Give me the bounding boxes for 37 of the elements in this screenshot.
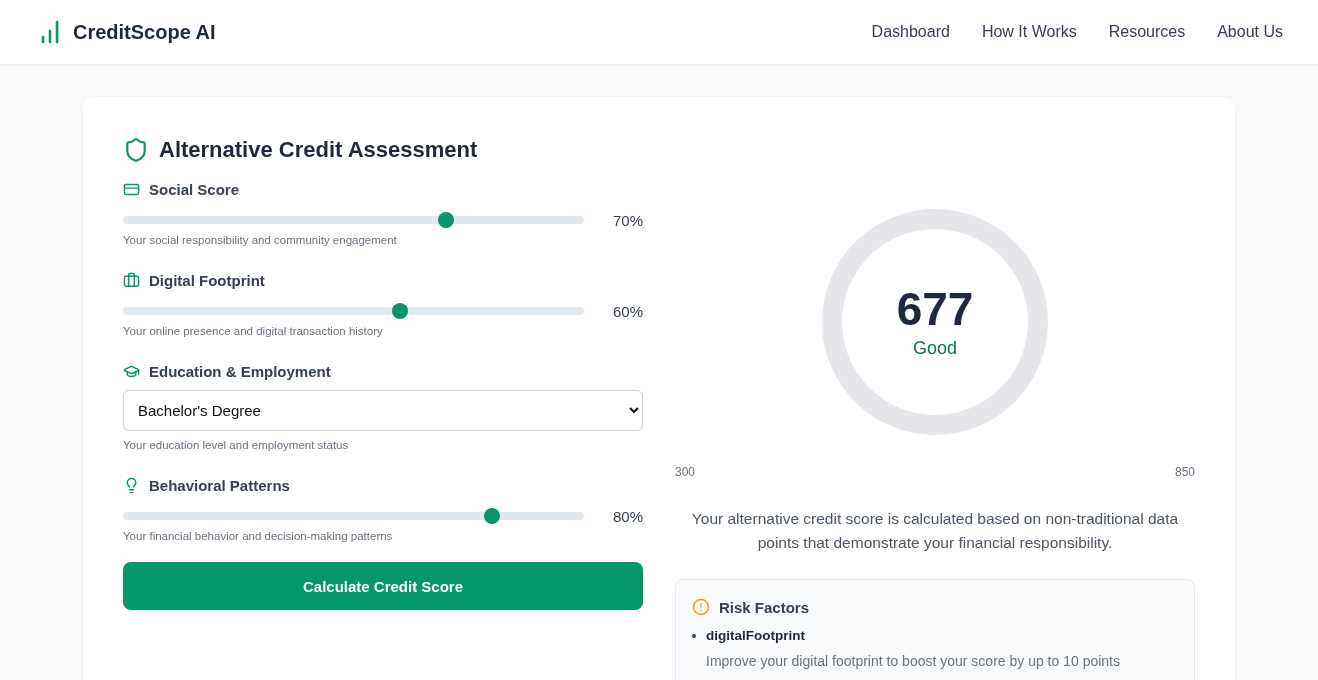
factor-label: Behavioral Patterns [149,477,290,494]
card-title: Alternative Credit Assessment [159,137,478,163]
scale-min: 300 [675,465,696,479]
graduation-cap-icon [123,363,140,380]
education-select[interactable]: Bachelor's Degree [123,390,643,431]
shield-icon [123,137,149,163]
bullet-icon [692,633,696,638]
nav-link[interactable]: How It Works [981,23,1077,41]
score-description: Your alternative credit score is calculated based on non-traditional data points that demonstrate your financial responsibility. [690,509,1180,553]
factor-label: Social Score [149,181,240,198]
bar-chart-icon [40,20,60,44]
factor-label: Digital Footprint [149,272,265,289]
risk-text: Improve your digital footprint to boost your score by up to 10 points [706,653,1121,669]
scale-max: 850 [1174,465,1195,479]
calculate-button[interactable]: Calculate Credit Score [123,562,643,610]
nav-link[interactable]: About Us [1217,23,1283,41]
slider-thumb[interactable] [391,303,408,319]
brand-name: CreditScope AI [73,20,216,44]
factor-label: Education & Employment [149,363,331,380]
factor-hint: Your financial behavior and decision-making patterns [123,530,394,542]
slider-thumb[interactable] [437,212,454,228]
factor-hint: Your social responsibility and community engagement [123,234,398,246]
factor-hint: Your online presence and digital transaction history [123,325,384,337]
score-value: 677 [896,285,974,332]
factor-hint: Your education level and employment status [123,439,350,451]
nav-link[interactable]: Resources [1108,23,1186,41]
slider-value: 70% [611,211,643,229]
score-rating: Good [912,337,957,359]
card-icon [123,181,140,198]
risk-name: digitalFootprint [706,628,806,643]
risk-title: Risk Factors [719,598,810,616]
slider-value: 80% [611,507,643,525]
slider-thumb[interactable] [483,508,500,524]
nav-link[interactable]: Dashboard [871,23,950,41]
briefcase-icon [123,272,140,289]
alert-icon [692,598,710,616]
slider-value: 60% [611,302,643,320]
